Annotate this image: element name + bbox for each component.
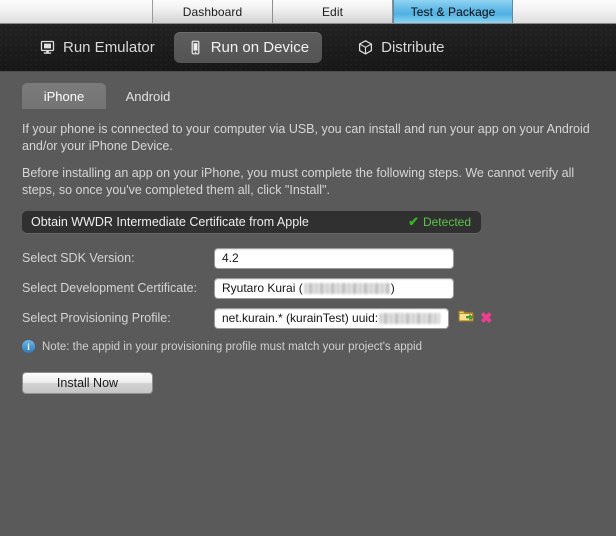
provisioning-profile-actions: ✖ bbox=[458, 308, 493, 328]
tab-run-emulator-label: Run Emulator bbox=[63, 39, 155, 56]
description-paragraph-1: If your phone is connected to your compu… bbox=[22, 122, 590, 153]
provisioning-profile-input[interactable]: net.kurain.* (kurainTest) uuid: bbox=[214, 307, 449, 329]
window-tab-test-package-label: Test & Package bbox=[410, 4, 496, 19]
tab-run-emulator[interactable]: Run Emulator bbox=[26, 32, 168, 63]
development-certificate-input[interactable]: Ryutaro Kurai ( ) bbox=[214, 277, 454, 299]
tab-strip-right-spacer bbox=[513, 0, 616, 23]
window-tab-test-package[interactable]: Test & Package bbox=[393, 0, 513, 23]
window-tab-dashboard[interactable]: Dashboard bbox=[153, 0, 273, 23]
sdk-version-input[interactable]: 4.2 bbox=[214, 247, 454, 269]
phone-icon bbox=[187, 39, 204, 56]
device-install-panel: iPhone Android If your phone is connecte… bbox=[0, 72, 616, 535]
sub-tab-iphone-label: iPhone bbox=[43, 88, 85, 104]
tab-distribute-label: Distribute bbox=[381, 39, 445, 56]
development-certificate-value-prefix: Ryutaro Kurai ( bbox=[222, 281, 303, 295]
window-tab-edit-label: Edit bbox=[321, 4, 344, 19]
provisioning-note-text: Note: the appid in your provisioning pro… bbox=[42, 340, 422, 353]
redacted-profile-uuid bbox=[379, 312, 440, 324]
platform-sub-tabs: iPhone Android bbox=[0, 82, 616, 110]
check-icon: ✔ bbox=[408, 214, 419, 229]
form-row-sdk-version: Select SDK Version: 4.2 bbox=[0, 243, 616, 273]
emulator-icon bbox=[39, 39, 56, 56]
cube-icon bbox=[357, 39, 374, 56]
wwdr-status-label: Detected bbox=[422, 215, 471, 229]
tab-strip-left-spacer bbox=[0, 0, 153, 23]
install-now-label: Install Now bbox=[56, 376, 119, 390]
tab-run-on-device-label: Run on Device bbox=[210, 39, 310, 56]
description-paragraph-2: Before installing an app on your iPhone,… bbox=[22, 166, 575, 197]
info-icon: i bbox=[22, 340, 35, 353]
provisioning-profile-label: Select Provisioning Profile: bbox=[22, 311, 171, 325]
install-now-button[interactable]: Install Now bbox=[22, 372, 153, 394]
sub-tab-iphone[interactable]: iPhone bbox=[22, 83, 106, 109]
wwdr-status-badge: ✔ Detected bbox=[408, 214, 471, 230]
redacted-certificate-id bbox=[303, 282, 390, 294]
window-tab-strip: Dashboard Edit Test & Package bbox=[0, 0, 616, 24]
install-form: Select SDK Version: 4.2 Select Developme… bbox=[0, 243, 616, 333]
install-button-wrapper: Install Now bbox=[0, 372, 616, 394]
tab-run-on-device[interactable]: Run on Device bbox=[173, 32, 323, 63]
form-row-provisioning-profile: Select Provisioning Profile: net.kurain.… bbox=[0, 303, 616, 333]
window-tab-edit[interactable]: Edit bbox=[273, 0, 393, 23]
folder-open-icon[interactable] bbox=[458, 308, 474, 328]
wwdr-step-label: Obtain WWDR Intermediate Certificate fro… bbox=[31, 215, 309, 229]
description-block: If your phone is connected to your compu… bbox=[0, 121, 616, 198]
development-certificate-label: Select Development Certificate: bbox=[22, 281, 198, 295]
main-tab-bar: Run Emulator Run on Device Distribute bbox=[0, 24, 616, 72]
sub-tab-android-label: Android bbox=[125, 88, 171, 104]
sdk-version-value: 4.2 bbox=[222, 251, 239, 265]
sdk-version-label: Select SDK Version: bbox=[22, 251, 135, 265]
development-certificate-value-suffix: ) bbox=[390, 281, 395, 295]
wwdr-certificate-step[interactable]: Obtain WWDR Intermediate Certificate fro… bbox=[22, 211, 481, 233]
provisioning-note: i Note: the appid in your provisioning p… bbox=[0, 340, 616, 353]
sub-tab-android[interactable]: Android bbox=[106, 83, 190, 109]
window-tab-dashboard-label: Dashboard bbox=[182, 4, 243, 19]
delete-profile-icon[interactable]: ✖ bbox=[480, 311, 493, 326]
form-row-development-certificate: Select Development Certificate: Ryutaro … bbox=[0, 273, 616, 303]
provisioning-profile-value-prefix: net.kurain.* (kurainTest) uuid: bbox=[222, 311, 379, 325]
tab-distribute[interactable]: Distribute bbox=[344, 32, 457, 63]
